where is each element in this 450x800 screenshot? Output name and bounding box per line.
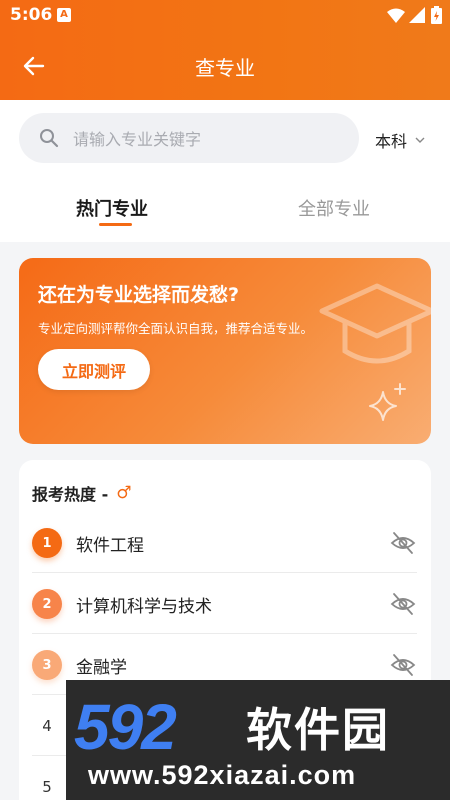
graduation-cap-icon [319,283,431,364]
ranking-heading: 报考热度 - ♂ [32,481,131,505]
assessment-banner[interactable]: 还在为专业选择而发愁? 专业定向测评帮你全面认识自我，推荐合适专业。 立即测评 [19,258,431,444]
battery-icon [431,6,442,24]
watermark-url: www.592xiazai.com [88,760,357,790]
start-assessment-button[interactable]: 立即测评 [38,349,150,390]
notification-icon: A [57,8,71,22]
male-gender-icon[interactable]: ♂ [116,483,131,503]
rank-number: 4 [42,717,52,735]
list-item[interactable]: 2 计算机科学与技术 [32,573,417,634]
degree-level-value: 本科 [375,132,408,151]
search-input[interactable]: 请输入专业关键字 [19,113,359,163]
status-bar: 5:06 A [0,0,450,32]
notification-badge-label: A [60,9,68,20]
wifi-icon [387,8,405,23]
major-name: 软件工程 [76,536,144,556]
site-watermark: 592 软件园 www.592xiazai.com [66,680,450,800]
tab-hot-majors[interactable]: 热门专业 [76,195,148,221]
status-time: 5:06 [10,5,53,25]
watermark-digits: 592 [74,691,177,763]
eye-off-icon[interactable] [390,530,416,556]
sparkle-icon [369,383,406,421]
ranking-heading-label: 报考热度 - [32,485,109,504]
signal-icon [409,7,425,23]
watermark-text: 软件园 [246,703,390,757]
search-and-tabs: 请输入专业关键字 本科 热门专业 全部专业 [0,100,450,242]
eye-off-icon[interactable] [390,652,416,678]
banner-subtitle: 专业定向测评帮你全面认识自我，推荐合适专业。 [38,321,314,336]
rank-number: 5 [42,778,52,796]
eye-off-icon[interactable] [390,591,416,617]
major-name: 金融学 [76,658,127,678]
banner-title: 还在为专业选择而发愁? [38,284,240,306]
degree-level-select[interactable]: 本科 [375,128,425,152]
chevron-down-icon [415,137,425,143]
search-icon [40,129,59,148]
list-item[interactable]: 1 软件工程 [32,512,417,573]
app-header: 5:06 A 查专业 [0,0,450,100]
rank-badge: 2 [32,589,62,619]
page-title: 查专业 [195,56,255,80]
tab-all-majors[interactable]: 全部专业 [298,195,370,221]
rank-badge: 1 [32,528,62,558]
search-placeholder: 请输入专业关键字 [73,130,202,149]
active-tab-indicator [99,223,132,226]
rank-badge: 3 [32,650,62,680]
major-name: 计算机科学与技术 [76,597,212,617]
